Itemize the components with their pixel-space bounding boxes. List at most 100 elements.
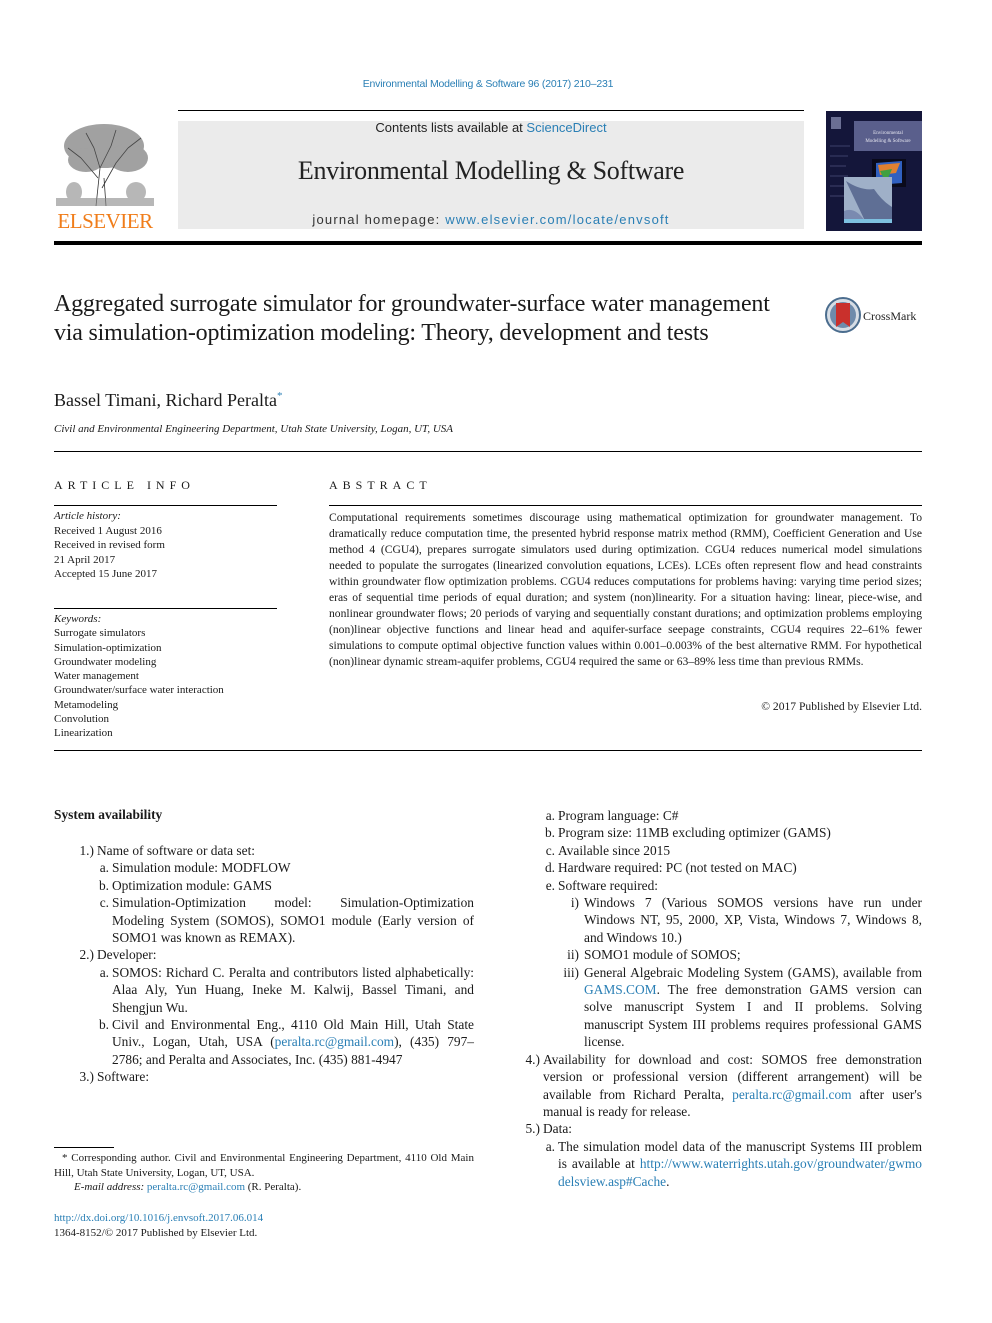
list-item-label: b. <box>98 877 109 893</box>
cover-art-icon: Environmental Modelling & Software <box>826 111 922 231</box>
list-item: 1.) Name of software or data set: <box>54 842 474 859</box>
corresponding-author-footnote: * Corresponding author. Civil and Enviro… <box>54 1151 474 1195</box>
list-item-label: e. <box>545 877 555 893</box>
list-item-text: SOMO1 module of SOMOS; <box>584 947 741 963</box>
list-item-text: Simulation-Optimization model: Simulatio… <box>112 895 474 946</box>
crossmark-badge[interactable]: CrossMark <box>825 295 925 335</box>
homepage-link[interactable]: www.elsevier.com/locate/envsoft <box>445 212 669 227</box>
list-item-text: Program size: 11MB excluding optimizer (… <box>558 825 831 841</box>
list-item-text: Available since 2015 <box>558 842 671 858</box>
list-item: b. Civil and Environmental Eng., 4110 Old… <box>54 1016 474 1068</box>
list-item: ii) SOMO1 module of SOMOS; <box>500 946 922 963</box>
corresponding-author-mark[interactable]: * <box>277 390 283 402</box>
journal-title: Environmental Modelling & Software <box>297 156 685 185</box>
doi-block: http://dx.doi.org/10.1016/j.envsoft.2017… <box>54 1211 263 1241</box>
list-item-link[interactable]: peralta.rc@gmail.com <box>732 1087 851 1102</box>
list-item: 4.) Availability for download and cost: S… <box>500 1051 922 1121</box>
sciencedirect-link[interactable]: ScienceDirect <box>526 120 606 135</box>
list-item-label: a. <box>99 860 109 876</box>
svg-text:Environmental: Environmental <box>873 131 903 136</box>
history-item: Accepted 15 June 2017 <box>54 568 157 580</box>
journal-cover-image[interactable]: Environmental Modelling & Software <box>826 111 922 231</box>
list-item-label: a. <box>99 964 109 980</box>
list-item: a. The simulation model data of the manus… <box>500 1138 922 1190</box>
masthead-top-rule <box>178 110 804 111</box>
abstract-rule <box>329 505 922 506</box>
doi-link[interactable]: http://dx.doi.org/10.1016/j.envsoft.2017… <box>54 1211 263 1226</box>
list-item: a. Simulation module: MODFLOW <box>54 859 474 876</box>
list-item-label: a. <box>545 1138 555 1154</box>
crossmark-icon: CrossMark <box>825 297 916 333</box>
list-item-text: Data: <box>543 1121 572 1137</box>
list-item: d. Hardware required: PC (not tested on M… <box>500 859 922 876</box>
elsevier-logo[interactable]: ELSEVIER <box>54 118 156 234</box>
history-label: Article history: <box>54 510 121 522</box>
list-item-label: 2.) <box>79 947 94 963</box>
history-item: Received 1 August 2016 <box>54 524 162 537</box>
list-item: 3.) Software: <box>54 1068 474 1085</box>
list-item-link[interactable]: peralta.rc@gmail.com <box>275 1034 394 1049</box>
keyword-item: Groundwater modeling <box>54 655 157 668</box>
list-item-label: 1.) <box>79 843 94 858</box>
keyword-item: Groundwater/surface water interaction <box>54 684 224 697</box>
list-item-text: Optimization module: GAMS <box>112 877 272 893</box>
list-item-text: Availability for download and cost: SOMO… <box>543 1051 922 1121</box>
keywords-list: Keywords: Surrogate simulators Simulatio… <box>54 612 224 741</box>
list-item-text: The simulation model data of the manuscr… <box>558 1138 922 1190</box>
article-title: Aggregated surrogate simulator for groun… <box>54 291 770 346</box>
article-info-rule <box>54 505 277 506</box>
list-item-label: 3.) <box>79 1069 94 1085</box>
list-item-label: 5.) <box>525 1121 540 1137</box>
list-item: e. Software required: <box>500 877 922 894</box>
email-label: E-mail address: <box>74 1181 147 1193</box>
masthead-bottom-rule <box>54 241 922 245</box>
list-item-link[interactable]: GAMS.COM <box>584 982 657 997</box>
abstract-heading: ABSTRACT <box>329 478 432 492</box>
list-item-text: Name of software or data set: <box>97 843 256 858</box>
footnote-rule <box>54 1147 114 1148</box>
list-item-label: a. <box>545 808 555 823</box>
history-item: 21 April 2017 <box>54 553 116 566</box>
affiliation: Civil and Environmental Engineering Depa… <box>54 423 454 435</box>
list-item-text: Developer: <box>97 947 157 963</box>
info-top-rule <box>54 451 922 452</box>
list-item-label: iii) <box>563 964 579 980</box>
elsevier-tree-icon <box>56 118 154 208</box>
svg-text:CrossMark: CrossMark <box>863 309 916 323</box>
keyword-item: Simulation-optimization <box>54 641 162 654</box>
keywords-rule <box>54 608 277 609</box>
abstract-copyright: © 2017 Published by Elsevier Ltd. <box>761 700 922 713</box>
keyword-item: Metamodeling <box>54 698 119 711</box>
list-item-label: i) <box>570 895 579 911</box>
article-history: Article history: Received 1 August 2016 … <box>54 509 165 582</box>
list-item-label: d. <box>544 860 555 876</box>
keyword-item: Surrogate simulators <box>54 627 146 640</box>
list-item-text-pre: General Algebraic Modeling System (GAMS)… <box>584 964 922 980</box>
list-item: iii) General Algebraic Modeling System (G… <box>500 964 922 1051</box>
list-item: c. Available since 2015 <box>500 842 922 859</box>
list-item-text: Software required: <box>558 877 659 893</box>
list-item-text: General Algebraic Modeling System (GAMS)… <box>584 964 922 1051</box>
elsevier-wordmark: ELSEVIER <box>57 209 153 233</box>
list-item-label: ii) <box>567 947 579 963</box>
footnote-corresponding: * Corresponding author. Civil and Enviro… <box>54 1152 474 1179</box>
list-item-text: Civil and Environmental Eng., 4110 Old M… <box>112 1016 474 1068</box>
list-item-label: c. <box>545 842 555 858</box>
email-suffix: (R. Peralta). <box>245 1181 302 1193</box>
list-item-text: Software: <box>97 1069 150 1085</box>
abstract-text: Computational requirements sometimes dis… <box>329 511 922 668</box>
list-item-text: SOMOS: Richard C. Peralta and contributo… <box>112 964 474 1015</box>
keyword-item: Convolution <box>54 713 110 726</box>
list-item: i) Windows 7 (Various SOMOS versions have… <box>500 894 922 946</box>
list-item-text-post: . <box>666 1173 670 1189</box>
system-availability-right-column: a. Program language: C# b. Program size: 11… <box>500 807 922 1190</box>
email-link[interactable]: peralta.rc@gmail.com <box>147 1181 245 1193</box>
list-item-label: 4.) <box>525 1051 540 1067</box>
running-head-citation[interactable]: Environmental Modelling & Software 96 (2… <box>0 78 976 90</box>
authors-names: Bassel Timani, Richard Peralta <box>54 390 277 410</box>
author-list: Bassel Timani, Richard Peralta* <box>54 390 282 411</box>
abstract-bottom-rule <box>54 750 922 751</box>
list-item: 5.) Data: <box>500 1120 922 1137</box>
list-item-label: b. <box>98 1017 109 1033</box>
list-item-text: Hardware required: PC (not tested on MAC… <box>558 860 797 876</box>
